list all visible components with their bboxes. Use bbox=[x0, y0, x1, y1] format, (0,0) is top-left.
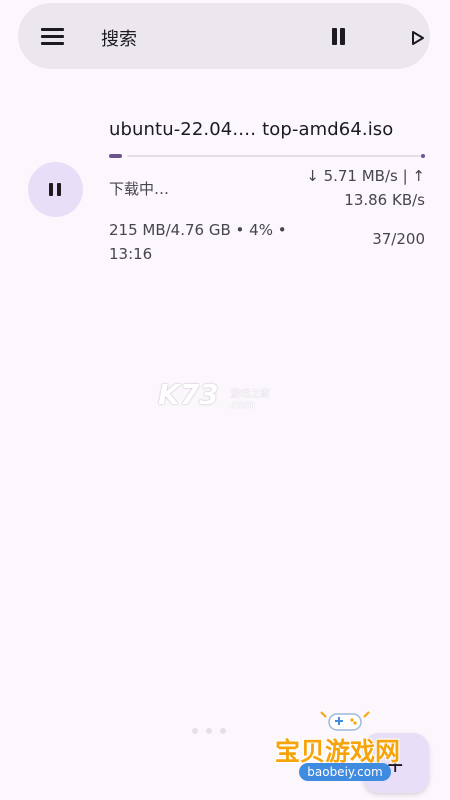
speed-upload-value: 13.86 KB/s bbox=[344, 191, 425, 209]
details-size-percent: 215 MB/4.76 GB • 4% • bbox=[109, 221, 287, 239]
details-eta: 13:16 bbox=[109, 245, 153, 263]
torrent-pieces: 37/200 bbox=[372, 230, 425, 248]
speed-down-up: ↓ 5.71 MB/s | ↑ bbox=[306, 167, 425, 185]
torrent-name[interactable]: ubuntu-22.04.… top-amd64.iso bbox=[109, 119, 393, 140]
menu-icon[interactable] bbox=[41, 27, 64, 45]
play-icon bbox=[412, 31, 424, 45]
logo-domain: baobeiy.com bbox=[299, 763, 391, 781]
torrent-details: 215 MB/4.76 GB • 4% • 13:16 bbox=[109, 218, 319, 266]
watermark-brand: K73 bbox=[158, 378, 219, 411]
pause-all-button[interactable] bbox=[331, 28, 347, 46]
search-input[interactable]: 搜索 bbox=[101, 25, 137, 51]
play-all-button[interactable] bbox=[411, 30, 425, 46]
pause-icon bbox=[332, 28, 337, 45]
progress-bar bbox=[109, 154, 425, 158]
site-logo: 宝贝游戏网 baobeiy.com bbox=[273, 708, 423, 793]
torrent-status: 下载中… bbox=[109, 180, 170, 198]
progress-fill bbox=[109, 154, 122, 158]
watermark: K73 游戏之家 .com bbox=[158, 378, 298, 418]
torrent-speed: ↓ 5.71 MB/s | ↑ 13.86 KB/s bbox=[306, 164, 425, 212]
pause-icon bbox=[49, 183, 53, 196]
torrent-pause-button[interactable] bbox=[28, 162, 83, 217]
page-indicator bbox=[192, 728, 232, 736]
watermark-domain: .com bbox=[228, 398, 255, 411]
search-bar[interactable]: 搜索 bbox=[18, 3, 430, 69]
